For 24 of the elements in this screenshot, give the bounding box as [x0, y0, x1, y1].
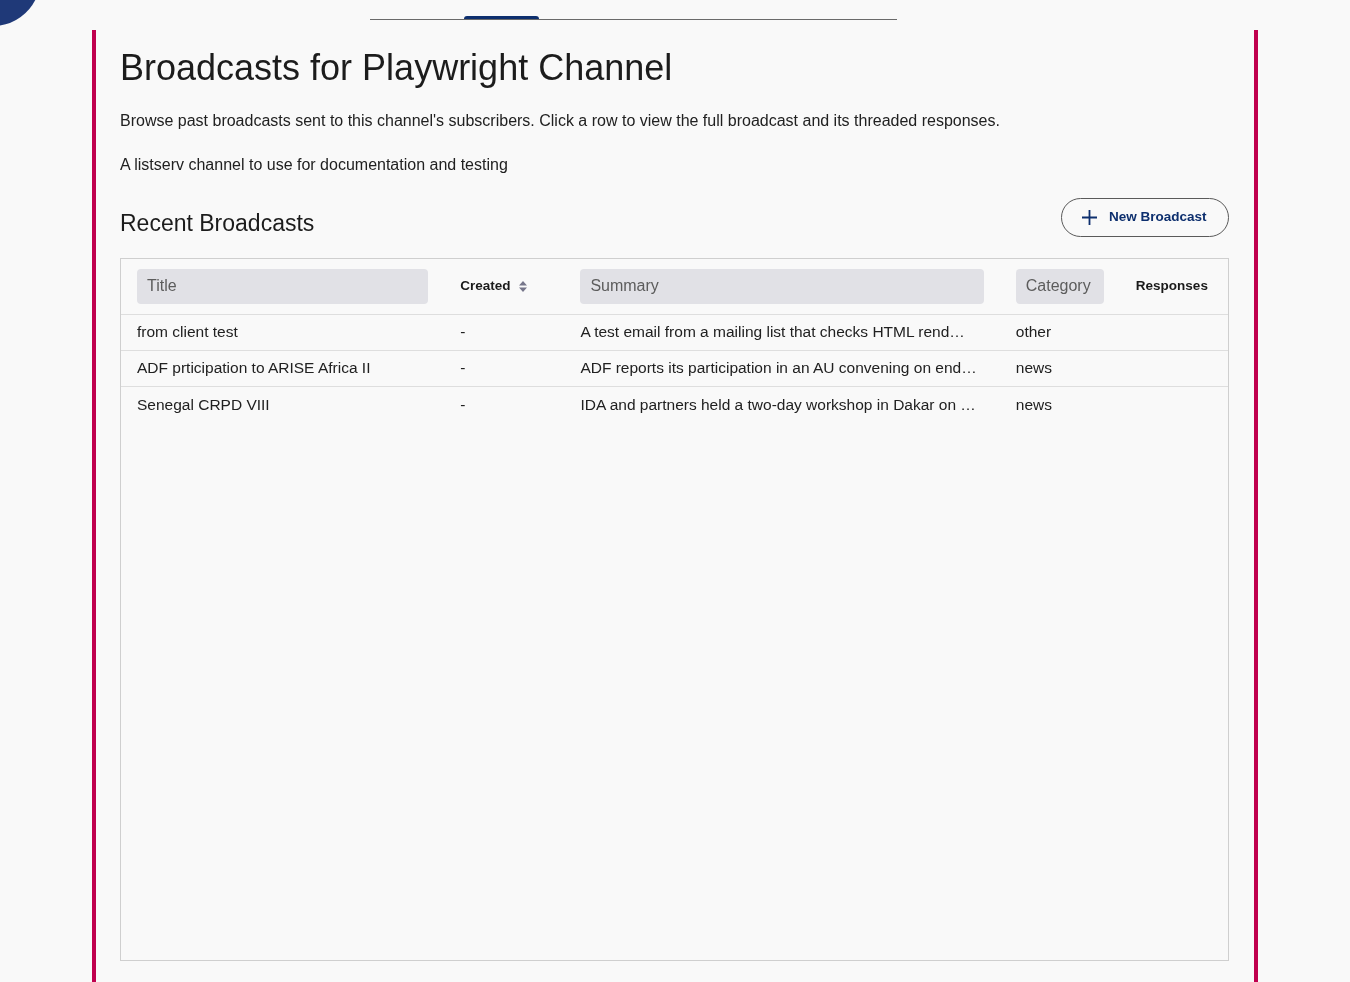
table-cell: news — [1015, 395, 1052, 413]
column-header: Responses — [1135, 278, 1208, 294]
plus-icon — [1082, 210, 1097, 225]
section-title: Recent Broadcasts — [120, 209, 315, 238]
filter-field[interactable]: Summary — [580, 268, 984, 304]
filter-field[interactable]: Title — [137, 268, 429, 304]
tab[interactable] — [457, 15, 546, 20]
table-cell: A test email from a mailing list that checks HTML rend… — [580, 323, 965, 341]
table-cell: IDA and partners held a two-day workshop in Dakar on … — [580, 395, 976, 413]
table-cell: - — [460, 395, 466, 413]
page-title: Broadcasts for Playwright Channel — [120, 46, 674, 89]
table-cell: news — [1015, 359, 1052, 377]
table-cell: from client test — [137, 323, 238, 341]
column-header[interactable]: Created — [460, 276, 511, 297]
table-cell: other — [1015, 323, 1052, 341]
table-cell: ADF prticipation to ARISE Africa II — [137, 359, 371, 377]
filter-field[interactable]: Category — [1015, 268, 1104, 304]
sort-icon — [518, 280, 527, 292]
intro-text: Browse past broadcasts sent to this channel's subscribers. Click a row to view the full broadcast and its threaded responses. — [120, 111, 1001, 131]
table-cell: - — [460, 359, 466, 377]
table-cell: Senegal CRPD VIII — [137, 395, 270, 413]
table-cell: ADF reports its participation in an AU convening on end… — [580, 359, 977, 377]
channel-description: A listserv channel to use for documentation and testing — [120, 155, 509, 175]
table-cell: - — [460, 323, 466, 341]
